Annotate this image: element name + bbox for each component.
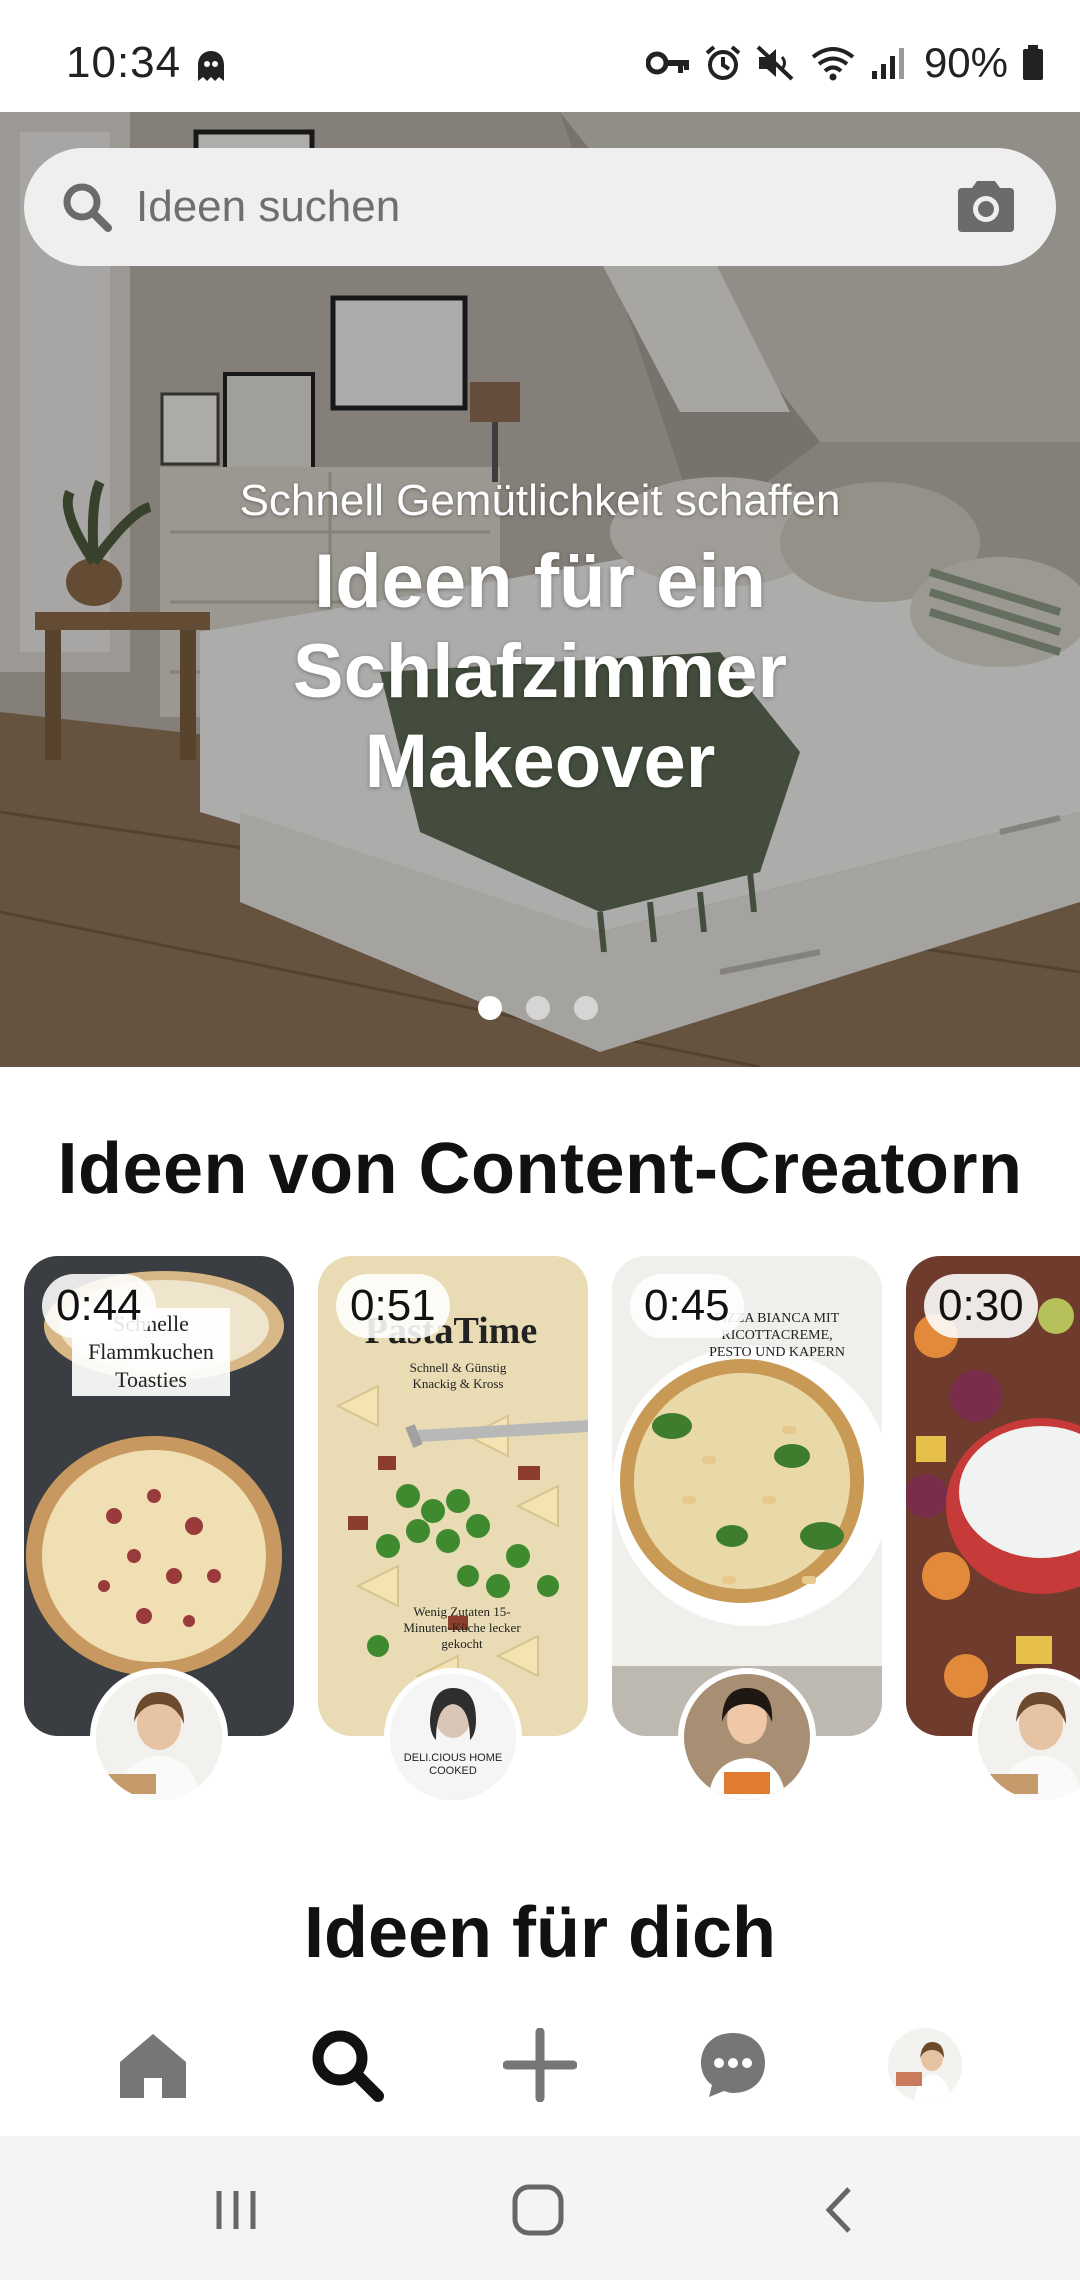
signal-icon bbox=[871, 48, 904, 79]
nav-profile[interactable] bbox=[880, 2020, 970, 2110]
video-duration: 0:44 bbox=[42, 1274, 156, 1338]
card-bottom-caption: Wenig Zutaten 15-Minuten-Küche lecker ge… bbox=[403, 1604, 521, 1651]
vpn-key-icon bbox=[645, 51, 689, 75]
carousel-dot-1[interactable] bbox=[478, 996, 502, 1020]
back-icon bbox=[825, 2187, 851, 2233]
creator-cards-row[interactable]: Schnelle Flammkuchen Toasties 0:44 Pasta… bbox=[0, 1256, 1080, 1816]
search-bar[interactable]: Ideen suchen bbox=[24, 148, 1056, 266]
nav-messages[interactable] bbox=[688, 2020, 778, 2110]
wifi-icon bbox=[811, 47, 855, 81]
carousel-dot-2[interactable] bbox=[526, 996, 550, 1020]
video-duration: 0:45 bbox=[630, 1274, 744, 1338]
carousel-pagination bbox=[478, 996, 598, 1020]
add-icon bbox=[503, 2028, 577, 2102]
status-time: 10:34 bbox=[66, 38, 182, 87]
search-icon bbox=[63, 183, 112, 232]
foryou-section-title: Ideen für dich bbox=[303, 1893, 777, 1973]
card-subcaption: Schnell & Günstig Knackig & Kross bbox=[409, 1360, 507, 1391]
nav-create[interactable] bbox=[495, 2020, 585, 2110]
hero-title[interactable]: Ideen für ein Schlafzimmer Makeover bbox=[240, 537, 840, 807]
video-duration: 0:51 bbox=[336, 1274, 450, 1338]
battery-icon bbox=[1023, 45, 1043, 80]
status-bar: 10:34 90% bbox=[0, 0, 1080, 112]
recents-button[interactable] bbox=[206, 2180, 266, 2240]
battery-percentage: 90% bbox=[923, 39, 1008, 86]
back-button[interactable] bbox=[810, 2180, 870, 2240]
creators-section-title: Ideen von Content-Creatorn bbox=[57, 1129, 1023, 1209]
home-icon bbox=[120, 2034, 186, 2098]
avatar-label: DELI.CIOUS HOME COOKED bbox=[403, 1752, 503, 1777]
status-icons: 90% bbox=[645, 38, 1044, 88]
messages-icon bbox=[701, 2033, 765, 2097]
bottom-navigation bbox=[0, 1990, 1080, 2136]
video-thumbnail[interactable]: Schnelle Flammkuchen Toasties 0:44 bbox=[24, 1256, 294, 1736]
mute-icon bbox=[756, 45, 794, 81]
hero-carousel[interactable]: Ideen suchen Schnell Gemütlichkeit schaf… bbox=[0, 112, 1080, 1067]
system-navigation-bar bbox=[0, 2136, 1080, 2280]
nav-search[interactable] bbox=[302, 2020, 392, 2110]
video-thumbnail[interactable]: 0:30 bbox=[906, 1256, 1080, 1736]
video-duration: 0:30 bbox=[924, 1274, 1038, 1338]
video-thumbnail[interactable]: PastaTime Schnell & Günstig Knackig & Kr… bbox=[318, 1256, 588, 1736]
ghost-icon bbox=[198, 51, 224, 81]
video-thumbnail[interactable]: PIZZA BIANCA MIT RICOTTACREME, PESTO UND… bbox=[612, 1256, 882, 1736]
carousel-dot-3[interactable] bbox=[574, 996, 598, 1020]
home-circle-icon bbox=[512, 2184, 564, 2236]
hero-subtitle: Schnell Gemütlichkeit schaffen bbox=[239, 476, 841, 525]
creator-avatar[interactable] bbox=[678, 1668, 816, 1806]
camera-icon[interactable] bbox=[954, 178, 1018, 234]
alarm-icon bbox=[705, 45, 741, 80]
search-input[interactable]: Ideen suchen bbox=[136, 182, 400, 232]
search-icon bbox=[312, 2030, 384, 2102]
nav-home[interactable] bbox=[108, 2020, 198, 2110]
creator-avatar[interactable]: DELI.CIOUS HOME COOKED bbox=[384, 1668, 522, 1806]
home-button[interactable] bbox=[508, 2180, 568, 2240]
creator-avatar[interactable] bbox=[90, 1668, 228, 1806]
profile-avatar bbox=[888, 2028, 962, 2102]
recents-icon bbox=[216, 2191, 256, 2229]
